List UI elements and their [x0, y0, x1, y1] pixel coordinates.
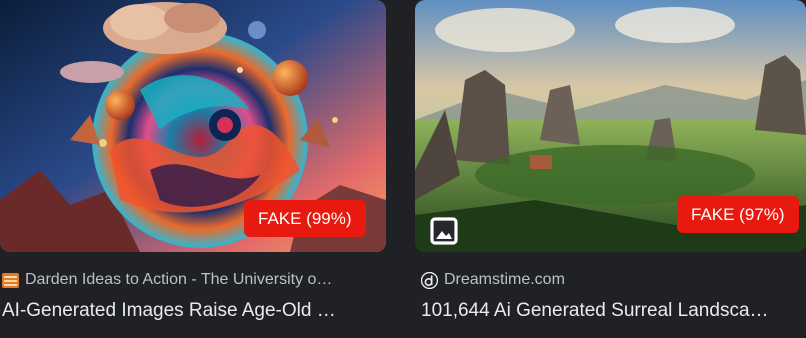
darden-favicon-icon: [2, 272, 19, 289]
image-result-card[interactable]: FAKE (99%) Darden Ideas to Action - The …: [0, 0, 386, 321]
result-title[interactable]: AI-Generated Images Raise Age-Old …: [2, 297, 382, 325]
result-thumbnail[interactable]: FAKE (99%): [0, 0, 386, 252]
source-name: Darden Ideas to Action - The University …: [25, 271, 333, 288]
dreamstime-favicon-icon: [421, 271, 438, 289]
image-result-card[interactable]: FAKE (97%) Dreamstime.com 101,644 Ai Gen…: [415, 0, 806, 321]
fake-score-badge: FAKE (97%): [677, 196, 799, 233]
fake-score-badge: FAKE (99%): [244, 200, 366, 237]
source-name: Dreamstime.com: [444, 271, 565, 288]
result-thumbnail[interactable]: FAKE (97%): [415, 0, 806, 252]
result-source[interactable]: Darden Ideas to Action - The University …: [2, 268, 382, 292]
image-icon[interactable]: [430, 217, 458, 245]
image-results-grid: FAKE (99%) Darden Ideas to Action - The …: [0, 0, 806, 338]
result-source[interactable]: Dreamstime.com: [421, 268, 802, 292]
result-title[interactable]: 101,644 Ai Generated Surreal Landsca…: [421, 297, 802, 325]
